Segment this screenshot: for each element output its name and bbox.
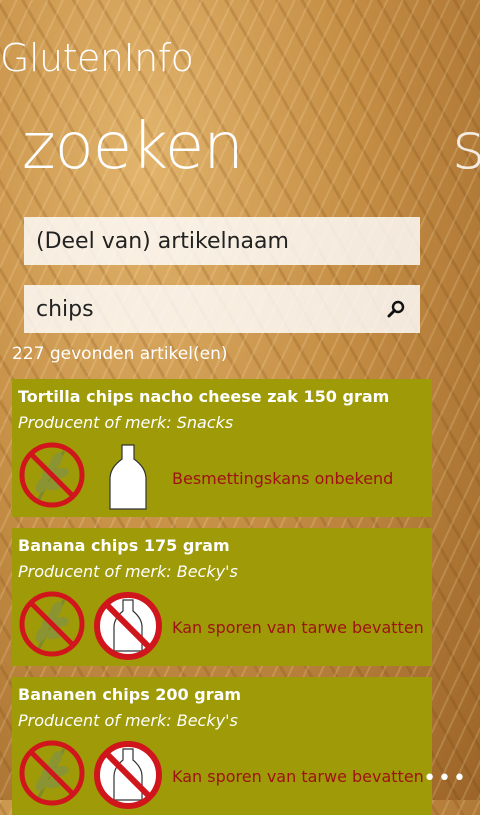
gluten-free-icon — [19, 442, 85, 508]
more-ellipsis-button[interactable]: ••• — [423, 766, 468, 791]
app-title: GlutenInfo — [0, 36, 194, 80]
result-status: Kan sporen van tarwe bevatten — [172, 618, 424, 637]
result-card[interactable]: Banana chips 175 gram Producent of merk:… — [12, 528, 432, 666]
result-brand: Producent of merk: Becky's — [18, 562, 238, 581]
pivot-title-zoeken[interactable]: zoeken — [22, 110, 244, 184]
search-field[interactable]: chips — [24, 285, 420, 333]
result-brand: Producent of merk: Snacks — [18, 413, 234, 432]
pivot-next-peek[interactable]: s — [452, 110, 480, 184]
result-title: Bananen chips 200 gram — [18, 685, 242, 704]
search-query: chips — [36, 296, 94, 322]
result-status: Besmettingskans onbekend — [172, 469, 394, 488]
bottle-icon — [109, 444, 147, 510]
result-card[interactable]: Tortilla chips nacho cheese zak 150 gram… — [12, 379, 432, 517]
result-title: Banana chips 175 gram — [18, 536, 230, 555]
article-name-field[interactable]: (Deel van) artikelnaam — [24, 217, 420, 265]
result-title: Tortilla chips nacho cheese zak 150 gram — [18, 387, 390, 406]
search-icon[interactable] — [386, 299, 406, 319]
results-count: 227 gevonden artikel(en) — [12, 344, 228, 364]
article-name-placeholder: (Deel van) artikelnaam — [36, 228, 289, 254]
result-brand: Producent of merk: Becky's — [18, 711, 238, 730]
app-bar: ••• — [0, 756, 480, 800]
gluten-free-icon — [19, 591, 85, 657]
no-bottle-icon — [94, 592, 162, 660]
